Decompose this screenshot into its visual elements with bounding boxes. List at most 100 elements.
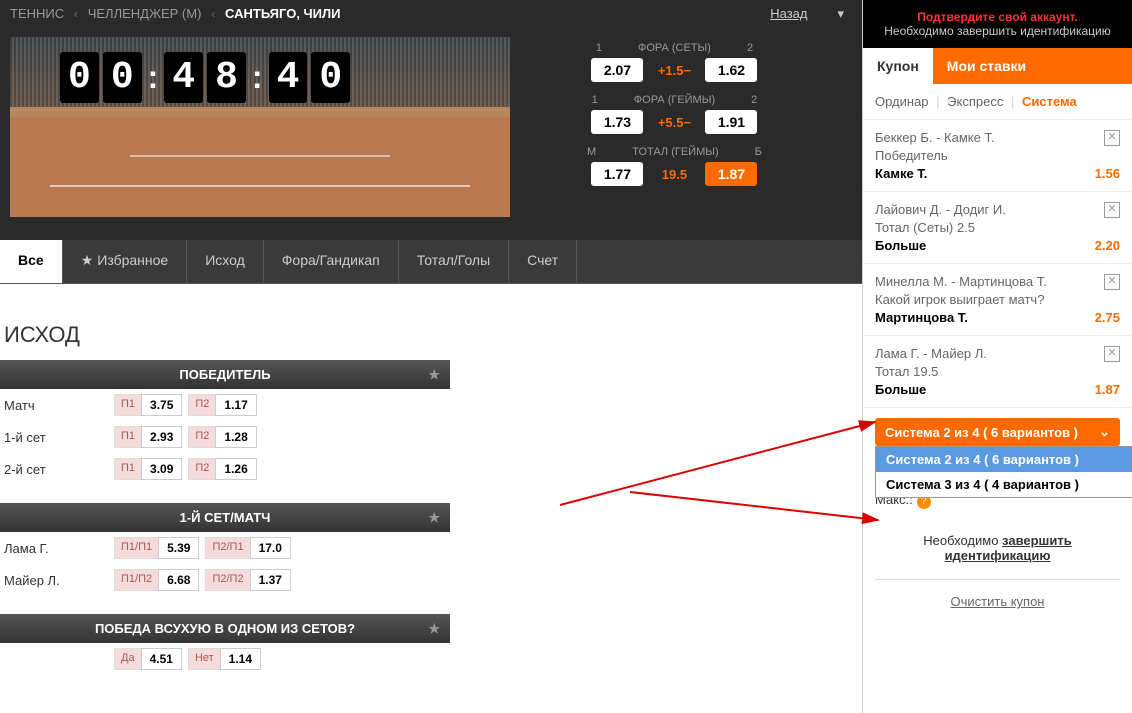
system-select[interactable]: Система 2 из 4 ( 6 вариантов ) ⌄ Система… — [875, 418, 1120, 446]
remove-bet-button[interactable]: ✕ — [1104, 202, 1120, 218]
slip-match: Лама Г. - Майер Л. — [875, 346, 1120, 361]
tab-Тотал/Голы[interactable]: Тотал/Голы — [399, 240, 509, 283]
section-title: ИСХОД — [4, 322, 862, 348]
market-row: МатчП13.75 П21.17 — [0, 389, 450, 421]
verify-title: Подтвердите свой аккаунт. — [873, 10, 1122, 24]
bet-cell[interactable]: П12.93 — [114, 426, 182, 448]
verify-link-block: Необходимо завершить идентификацию — [863, 517, 1132, 579]
odds-line: +1.5− — [649, 63, 699, 78]
odds-panel: 1ФОРА (СЕТЫ)2 2.07 +1.5− 1.62 1ФОРА (ГЕЙ… — [524, 27, 824, 213]
market-tabs: Все★ИзбранноеИсходФора/ГандикапТотал/Гол… — [0, 240, 862, 284]
system-option[interactable]: Система 3 из 4 ( 4 вариантов ) — [876, 472, 1132, 497]
timer-digit: 0 — [311, 52, 350, 103]
slip-market: Тотал (Сеты) 2.5 — [875, 220, 1120, 235]
chevron-down-icon[interactable]: ▾ — [837, 6, 844, 22]
tab-Фора/Гандикап[interactable]: Фора/Гандикап — [264, 240, 399, 283]
slip-match: Беккер Б. - Камке Т. — [875, 130, 1120, 145]
colon-icon: : — [148, 59, 159, 96]
odds-button[interactable]: 1.87 — [705, 162, 757, 186]
bet-cell[interactable]: П1/П15.39 — [114, 537, 199, 559]
slip-match: Лайович Д. - Додиг И. — [875, 202, 1120, 217]
crumb-league[interactable]: ЧЕЛЛЕНДЖЕР (М) — [88, 6, 202, 21]
slip-pick: Больше — [875, 238, 926, 253]
odds-button[interactable]: 1.73 — [591, 110, 643, 134]
tab-Исход[interactable]: Исход — [187, 240, 264, 283]
star-icon[interactable]: ★ — [428, 510, 440, 526]
timer-digit: 4 — [269, 52, 308, 103]
colon-icon: : — [252, 59, 263, 96]
bet-cell[interactable]: П21.17 — [188, 394, 256, 416]
market-header[interactable]: ПОБЕДИТЕЛЬ★ — [0, 360, 450, 389]
video-preview[interactable]: 0 0 : 4 8 : 4 0 — [10, 37, 510, 217]
crumb-sport[interactable]: ТЕННИС — [10, 6, 64, 21]
bet-cell[interactable]: П2/П21.37 — [205, 569, 290, 591]
bet-cell[interactable]: П21.26 — [188, 458, 256, 480]
slip-odds: 1.56 — [1095, 166, 1120, 181]
slip-pick: Больше — [875, 382, 926, 397]
star-icon[interactable]: ★ — [428, 621, 440, 637]
coupon-tab[interactable]: Мои ставки — [933, 48, 1040, 84]
market-label: 1-й сет — [4, 430, 114, 445]
breadcrumb: ▾ Назад ТЕННИС ‹ ЧЕЛЛЕНДЖЕР (М) ‹ САНТЬЯ… — [0, 0, 862, 27]
verify-subtitle: Необходимо завершить идентификацию — [873, 24, 1122, 38]
market-header[interactable]: 1-Й СЕТ/МАТЧ★ — [0, 503, 450, 532]
timer-digit: 8 — [207, 52, 246, 103]
slip-match: Минелла М. - Мартинцова Т. — [875, 274, 1120, 289]
market-row: Да4.51 Нет1.14 — [0, 643, 450, 675]
slip-odds: 1.87 — [1095, 382, 1120, 397]
odds-button[interactable]: 2.07 — [591, 58, 643, 82]
bet-type-selector: Ординар | Экспресс | Система — [863, 84, 1132, 120]
odds-button[interactable]: 1.77 — [591, 162, 643, 186]
remove-bet-button[interactable]: ✕ — [1104, 274, 1120, 290]
timer-digit: 0 — [103, 52, 142, 103]
bet-cell[interactable]: Да4.51 — [114, 648, 182, 670]
slip-odds: 2.20 — [1095, 238, 1120, 253]
bet-cell[interactable]: П13.09 — [114, 458, 182, 480]
chevron-left-icon: ‹ — [211, 6, 215, 21]
odds-button[interactable]: 1.91 — [705, 110, 757, 134]
bet-cell[interactable]: П13.75 — [114, 394, 182, 416]
market-row: Лама Г.П1/П15.39 П2/П117.0 — [0, 532, 450, 564]
slip-market: Тотал 19.5 — [875, 364, 1120, 379]
market-row: Майер Л.П1/П26.68П2/П21.37 — [0, 564, 450, 596]
coupon-tabs: КупонМои ставки — [863, 48, 1132, 84]
system-option[interactable]: Система 2 из 4 ( 6 вариантов ) — [876, 447, 1132, 472]
chevron-down-icon: ⌄ — [1099, 424, 1110, 440]
bet-type-single[interactable]: Ординар — [875, 94, 929, 109]
remove-bet-button[interactable]: ✕ — [1104, 346, 1120, 362]
bet-cell[interactable]: П1/П26.68 — [114, 569, 199, 591]
bet-type-express[interactable]: Экспресс — [947, 94, 1003, 109]
odds-line: 19.5 — [649, 167, 699, 182]
tab-Счет[interactable]: Счет — [509, 240, 577, 283]
bet-type-system[interactable]: Система — [1022, 94, 1077, 109]
bet-cell[interactable]: П2/П117.0 — [205, 537, 290, 559]
odds-line: +5.5− — [649, 115, 699, 130]
timer-digit: 4 — [164, 52, 203, 103]
market-label: Лама Г. — [4, 541, 114, 556]
chevron-left-icon: ‹ — [74, 6, 78, 21]
market-row: 1-й сетП12.93 П21.28 — [0, 421, 450, 453]
remove-bet-button[interactable]: ✕ — [1104, 130, 1120, 146]
slip-item: ✕ Минелла М. - Мартинцова Т. Какой игрок… — [863, 264, 1132, 336]
slip-market: Какой игрок выиграет матч? — [875, 292, 1120, 307]
tab-Избранное[interactable]: ★Избранное — [63, 240, 188, 283]
market-label: Матч — [4, 398, 114, 413]
back-link[interactable]: Назад — [770, 6, 807, 21]
system-selected-label: Система 2 из 4 ( 6 вариантов ) — [885, 425, 1078, 440]
slip-odds: 2.75 — [1095, 310, 1120, 325]
star-icon[interactable]: ★ — [428, 367, 440, 383]
coupon-tab[interactable]: Купон — [863, 48, 933, 84]
bet-cell[interactable]: Нет1.14 — [188, 648, 261, 670]
crumb-event: САНТЬЯГО, ЧИЛИ — [225, 6, 340, 21]
verify-banner: Подтвердите свой аккаунт. Необходимо зав… — [863, 0, 1132, 48]
star-icon: ★ — [81, 252, 94, 268]
slip-pick: Камке Т. — [875, 166, 927, 181]
clear-coupon-link[interactable]: Очистить купон — [951, 594, 1045, 609]
market-header[interactable]: ПОБЕДА ВСУХУЮ В ОДНОМ ИЗ СЕТОВ?★ — [0, 614, 450, 643]
market-label: 2-й сет — [4, 462, 114, 477]
tab-Все[interactable]: Все — [0, 240, 63, 283]
slip-item: ✕ Лайович Д. - Додиг И. Тотал (Сеты) 2.5… — [863, 192, 1132, 264]
slip-item: ✕ Лама Г. - Майер Л. Тотал 19.5 Больше 1.… — [863, 336, 1132, 408]
bet-cell[interactable]: П21.28 — [188, 426, 256, 448]
odds-button[interactable]: 1.62 — [705, 58, 757, 82]
